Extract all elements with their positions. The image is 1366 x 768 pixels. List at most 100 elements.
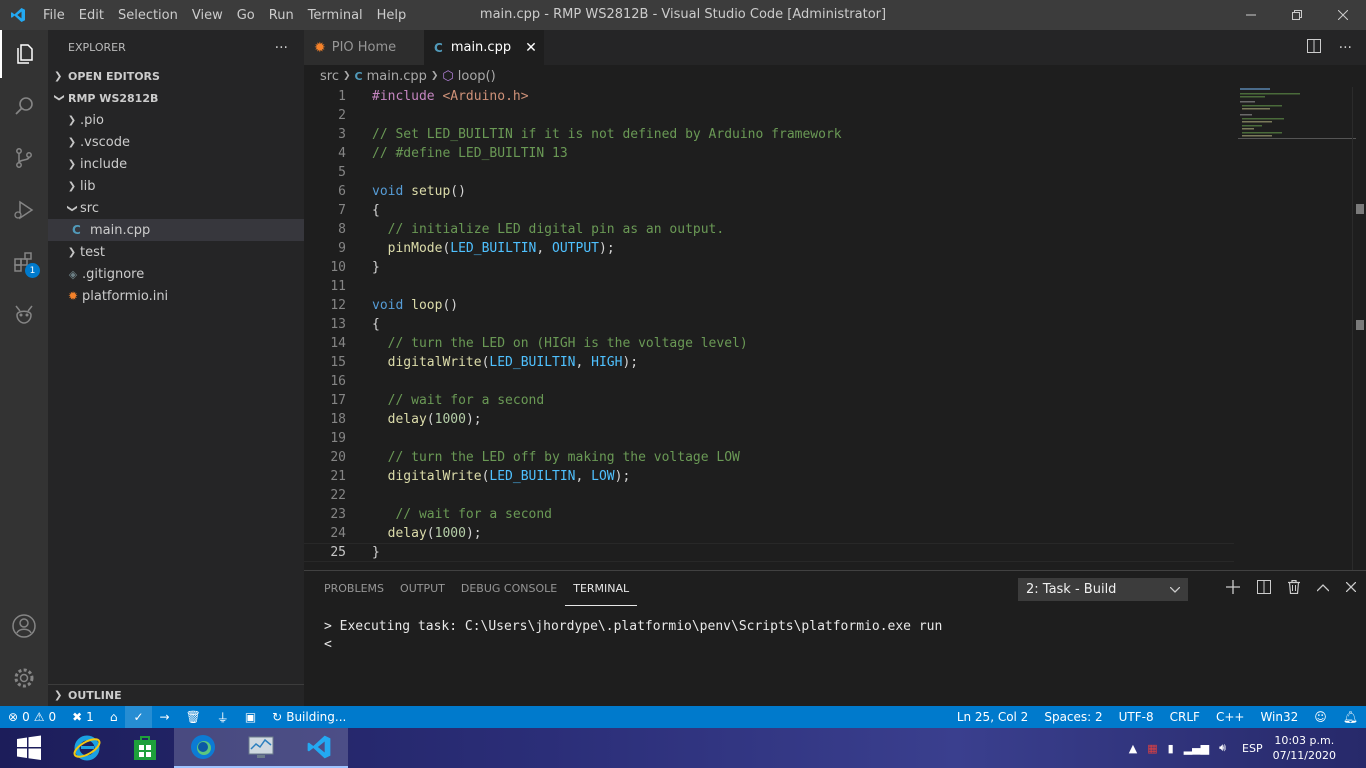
restore-button[interactable] bbox=[1274, 0, 1320, 30]
menu-edit[interactable]: Edit bbox=[72, 8, 111, 23]
code-line[interactable]: 6 void setup() bbox=[304, 182, 1234, 201]
tree-folder-test[interactable]: ❯ test bbox=[48, 241, 304, 263]
menu-view[interactable]: View bbox=[185, 8, 230, 23]
tree-file-gitignore[interactable]: ◈ .gitignore bbox=[48, 263, 304, 285]
code-line[interactable]: 16 bbox=[304, 372, 1234, 391]
outline-section[interactable]: ❯ OUTLINE bbox=[48, 684, 304, 706]
line-ending[interactable]: CRLF bbox=[1162, 706, 1208, 728]
code-line[interactable]: 18 delay(1000); bbox=[304, 410, 1234, 429]
pio-monitor-button[interactable]: ⏚ bbox=[209, 706, 237, 728]
code-line[interactable]: 2 bbox=[304, 106, 1234, 125]
tree-file-platformio-ini[interactable]: ✹ platformio.ini bbox=[48, 285, 304, 307]
tree-folder-include[interactable]: ❯ include bbox=[48, 153, 304, 175]
pio-upload-button[interactable]: → bbox=[152, 706, 178, 728]
account-icon[interactable] bbox=[0, 602, 48, 650]
code-line[interactable]: 24 delay(1000); bbox=[304, 524, 1234, 543]
code-line[interactable]: 19 bbox=[304, 429, 1234, 448]
menu-go[interactable]: Go bbox=[230, 8, 262, 23]
build-progress[interactable]: ↻ Building... bbox=[264, 706, 354, 728]
extensions-icon[interactable]: 1 bbox=[0, 238, 48, 286]
minimize-button[interactable] bbox=[1228, 0, 1274, 30]
code-line[interactable]: 12 void loop() bbox=[304, 296, 1234, 315]
tab-main-cpp[interactable]: C main.cpp ✕ bbox=[424, 30, 544, 65]
cursor-position[interactable]: Ln 25, Col 2 bbox=[949, 706, 1037, 728]
minimap[interactable] bbox=[1238, 87, 1358, 147]
menu-help[interactable]: Help bbox=[370, 8, 414, 23]
code-line[interactable]: 7{ bbox=[304, 201, 1234, 220]
tab-debug-console[interactable]: DEBUG CONSOLE bbox=[453, 571, 565, 606]
project-section[interactable]: ❯ RMP WS2812B bbox=[48, 87, 304, 109]
code-line[interactable]: 9 pinMode(LED_BUILTIN, OUTPUT); bbox=[304, 239, 1234, 258]
code-line[interactable]: 10} bbox=[304, 258, 1234, 277]
code-line[interactable]: 20 // turn the LED off by making the vol… bbox=[304, 448, 1234, 467]
language-mode[interactable]: C++ bbox=[1208, 706, 1253, 728]
indentation[interactable]: Spaces: 2 bbox=[1036, 706, 1110, 728]
volume-icon[interactable]: 🔊︎ bbox=[1219, 741, 1226, 755]
breadcrumb-symbol[interactable]: loop() bbox=[458, 69, 496, 84]
encoding[interactable]: UTF-8 bbox=[1111, 706, 1162, 728]
code-line[interactable]: 5 bbox=[304, 163, 1234, 182]
maximize-panel-icon[interactable] bbox=[1316, 581, 1330, 596]
store-icon[interactable] bbox=[116, 728, 174, 768]
edge-browser-icon[interactable] bbox=[174, 728, 232, 768]
code-line[interactable]: 21 digitalWrite(LED_BUILTIN, LOW); bbox=[304, 467, 1234, 486]
close-window-button[interactable] bbox=[1320, 0, 1366, 30]
notifications-bell-icon[interactable]: 🔔︎ bbox=[1335, 706, 1366, 728]
tab-pio-home[interactable]: ✹ PIO Home bbox=[304, 30, 424, 65]
tools-status[interactable]: ✖ 1 bbox=[64, 706, 102, 728]
vscode-taskbar-icon[interactable] bbox=[290, 728, 348, 768]
code-line[interactable]: 13 { bbox=[304, 315, 1234, 334]
explorer-icon[interactable] bbox=[0, 30, 48, 78]
code-line[interactable]: 8 // initialize LED digital pin as an ou… bbox=[304, 220, 1234, 239]
close-tab-icon[interactable]: ✕ bbox=[525, 40, 537, 56]
clock[interactable]: 10:03 p.m. 07/11/2020 bbox=[1273, 733, 1336, 763]
tree-folder-pio[interactable]: ❯ .pio bbox=[48, 109, 304, 131]
source-control-icon[interactable] bbox=[0, 134, 48, 182]
tree-file-main-cpp[interactable]: C main.cpp bbox=[48, 219, 304, 241]
problems-status[interactable]: ⊗ 0 ⚠ 0 bbox=[0, 706, 64, 728]
menu-selection[interactable]: Selection bbox=[111, 8, 185, 23]
tree-folder-lib[interactable]: ❯ lib bbox=[48, 175, 304, 197]
battery-icon[interactable]: ▮ bbox=[1168, 742, 1174, 755]
code-editor[interactable]: 1 #include <Arduino.h> 2 3// Set LED_BUILTI… bbox=[304, 87, 1366, 570]
pio-home-button[interactable]: ⌂ bbox=[102, 706, 126, 728]
code-line[interactable]: 23 // wait for a second bbox=[304, 505, 1234, 524]
new-terminal-icon[interactable] bbox=[1226, 579, 1240, 598]
more-icon[interactable]: ··· bbox=[1339, 40, 1352, 56]
menu-run[interactable]: Run bbox=[262, 8, 301, 23]
code-line[interactable]: 14 // turn the LED on (HIGH is the volta… bbox=[304, 334, 1234, 353]
menu-terminal[interactable]: Terminal bbox=[301, 8, 370, 23]
menu-file[interactable]: File bbox=[36, 8, 72, 23]
pio-terminal-button[interactable]: ▣ bbox=[237, 706, 264, 728]
search-icon[interactable] bbox=[0, 82, 48, 130]
tray-overflow-icon[interactable]: ▲ bbox=[1129, 742, 1137, 755]
terminal-select[interactable]: 2: Task - Build bbox=[1018, 578, 1188, 601]
breadcrumb-file[interactable]: main.cpp bbox=[367, 69, 427, 84]
internet-explorer-icon[interactable] bbox=[58, 728, 116, 768]
code-line[interactable]: 11 bbox=[304, 277, 1234, 296]
tree-folder-src[interactable]: ❯ src bbox=[48, 197, 304, 219]
platformio-icon[interactable] bbox=[0, 290, 48, 338]
task-manager-icon[interactable] bbox=[232, 728, 290, 768]
code-line[interactable]: 4 // #define LED_BUILTIN 13 bbox=[304, 144, 1234, 163]
platform[interactable]: Win32 bbox=[1252, 706, 1306, 728]
tab-terminal[interactable]: TERMINAL bbox=[565, 571, 638, 606]
code-line[interactable]: 25} bbox=[304, 543, 1234, 562]
code-line[interactable]: 22 bbox=[304, 486, 1234, 505]
open-editors-section[interactable]: ❯ OPEN EDITORS bbox=[48, 65, 304, 87]
more-actions-button[interactable]: ··· bbox=[275, 40, 288, 56]
network-adapter-icon[interactable]: ▦ bbox=[1147, 742, 1157, 755]
split-editor-icon[interactable] bbox=[1306, 38, 1321, 57]
code-line[interactable]: 3 // Set LED_BUILTIN if it is not defined… bbox=[304, 125, 1234, 144]
tab-problems[interactable]: PROBLEMS bbox=[316, 571, 392, 606]
pio-build-button[interactable]: ✓ bbox=[125, 706, 152, 728]
editor-scrollbar[interactable] bbox=[1352, 87, 1366, 570]
input-language[interactable]: ESP bbox=[1242, 742, 1263, 755]
close-panel-icon[interactable] bbox=[1345, 581, 1357, 596]
breadcrumb-src[interactable]: src bbox=[320, 69, 339, 84]
code-line[interactable]: 17 // wait for a second bbox=[304, 391, 1234, 410]
tab-output[interactable]: OUTPUT bbox=[392, 571, 453, 606]
trash-icon[interactable] bbox=[1288, 579, 1300, 598]
split-terminal-icon[interactable] bbox=[1257, 579, 1271, 598]
feedback-icon[interactable]: ☺ bbox=[1306, 706, 1335, 728]
